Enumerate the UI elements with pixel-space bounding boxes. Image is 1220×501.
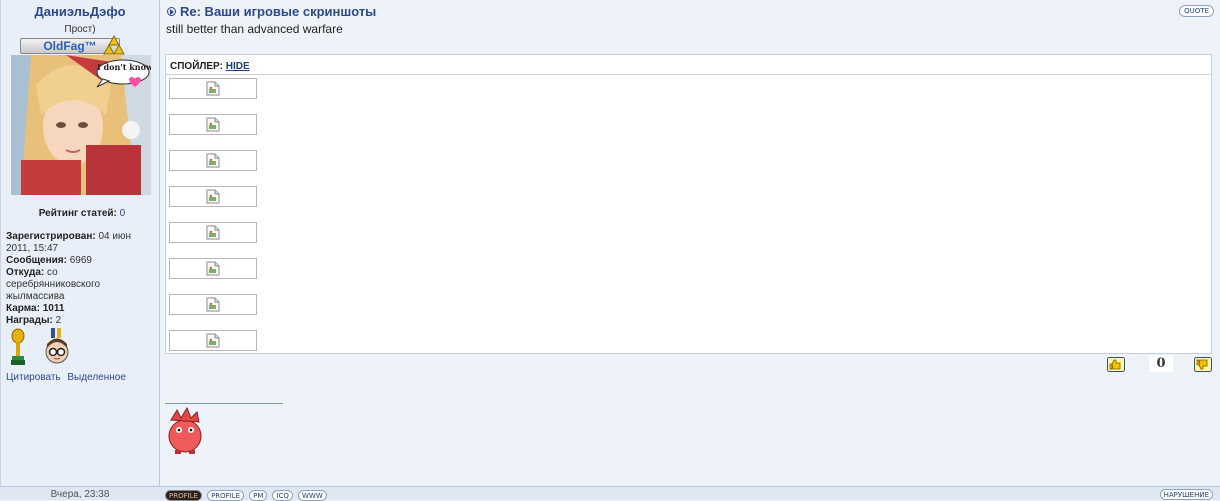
karma-row: Карма: 1011 [6,303,158,315]
post-footer: Вчера, 23:38 PROFILE PROFILE PM ICQ WWW … [0,486,1220,501]
report-button[interactable]: НАРУШЕНИЕ [1159,489,1213,500]
post-actions: Цитировать Выделенное [6,372,130,383]
quote-button[interactable]: QUOTE [1179,5,1214,17]
rating-row: Рейтинг статей: 0 [6,208,158,220]
www-button[interactable]: WWW [298,490,327,501]
spoiler-image[interactable] [169,294,257,315]
rating-label: Рейтинг статей: [38,208,117,219]
badge-area: OldFag™ [1,35,159,56]
signature-creature-image [168,406,202,454]
post-title-text[interactable]: Re: Ваши игровые скриншоты [180,4,376,19]
footer-buttons: PROFILE PROFILE PM ICQ WWW [165,489,329,501]
icq-button[interactable]: ICQ [272,490,293,501]
user-rank: Прост) [64,24,96,35]
post-message: still better than advanced warfare [166,22,343,36]
spoiler-image[interactable] [169,150,257,171]
avatar-bubble-text: I don't know [97,62,151,72]
profile-dark-button[interactable]: PROFILE [165,490,203,501]
post-arrow-icon [167,7,176,16]
broken-image-icon [206,225,220,240]
broken-image-icon [206,297,220,312]
posts-row: Сообщения: 6969 [6,255,158,267]
user-avatar: I don't know [11,55,151,195]
spoiler-image[interactable] [169,78,257,99]
signature-divider [165,403,283,404]
karma-label: Карма: [6,303,40,314]
awards-icons [9,328,70,371]
spoiler-toggle[interactable]: HIDE [226,61,250,72]
post-date: Вчера, 23:38 [50,489,110,500]
from-row: Откуда: со серебрянниковского жылмассива [6,267,126,303]
post-title[interactable]: Re: Ваши игровые скриншоты [167,4,376,19]
selected-link[interactable]: Выделенное [67,372,126,383]
username-link[interactable]: ДаниэльДэфо [1,4,159,19]
spoiler-image[interactable] [169,330,257,351]
triforce-icon [103,35,125,55]
broken-image-icon [206,81,220,96]
user-stats: Рейтинг статей: 0 Зарегистрирован: 04 ию… [6,208,158,327]
pm-button[interactable]: PM [249,490,268,501]
registered-label: Зарегистрирован: [6,231,96,242]
broken-image-icon [206,117,220,132]
broken-image-icon [206,261,220,276]
spoiler-image[interactable] [169,114,257,135]
nerd-face-award-icon[interactable] [44,328,70,368]
spoiler-header: СПОЙЛЕР: HIDE [166,55,1211,75]
posts-value: 6969 [69,255,92,266]
spoiler-image[interactable] [169,258,257,279]
rating-value[interactable]: 0 [120,208,126,219]
broken-image-icon [206,153,220,168]
vote-count: 0 [1149,355,1173,372]
user-panel: ДаниэльДэфо Прост) OldFag™ I don't know … [0,0,160,486]
profile-button[interactable]: PROFILE [207,490,245,501]
spoiler-block: СПОЙЛЕР: HIDE [165,54,1212,354]
broken-image-icon [206,189,220,204]
posts-label: Сообщения: [6,255,67,266]
avatar-image [11,55,151,195]
awards-row: Награды: 2 [6,315,158,327]
thumbs-up-icon[interactable] [1107,357,1125,372]
spoiler-label: СПОЙЛЕР: [170,61,223,72]
quote-link[interactable]: Цитировать [6,372,61,383]
spoiler-image[interactable] [169,186,257,207]
thumbs-down-icon[interactable] [1194,357,1212,372]
awards-label: Награды: [6,315,53,326]
awards-value: 2 [55,315,62,326]
karma-value[interactable]: 1011 [43,303,65,314]
spoiler-image[interactable] [169,222,257,243]
from-label: Откуда: [6,267,45,278]
broken-image-icon [206,333,220,348]
trophy-award-icon[interactable] [9,328,27,368]
post-body: Re: Ваши игровые скриншоты QUOTE still b… [161,0,1220,486]
registered-row: Зарегистрирован: 04 июн 2011, 15:47 [6,231,158,255]
